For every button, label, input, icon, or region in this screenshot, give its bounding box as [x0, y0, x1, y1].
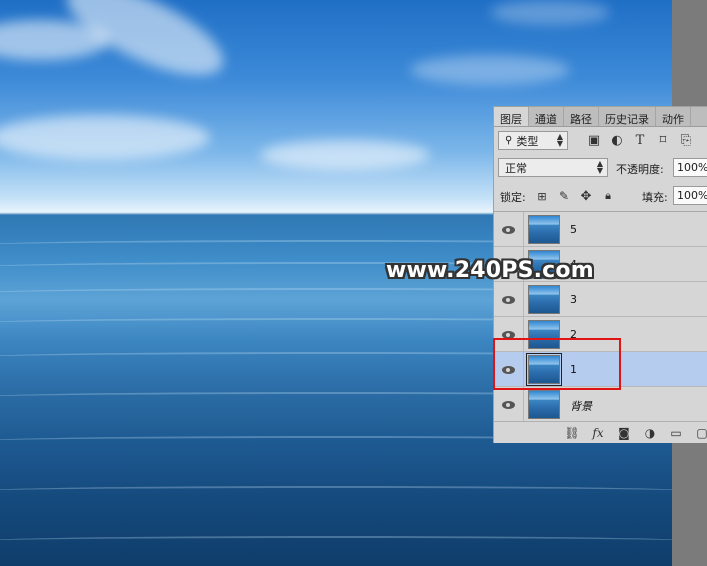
filter-kind-label: 类型	[516, 134, 539, 148]
lock-position-icon[interactable]: ✥	[578, 188, 594, 204]
blend-mode-select[interactable]: 正常 ▲ ▼	[498, 158, 608, 177]
sky-cloud	[0, 115, 210, 160]
filter-row: ⚲ 类型 ▲ ▼ ▣ ◐ T ⌑ ⎘	[494, 129, 707, 151]
layer-name: 背景	[570, 400, 592, 413]
opacity-input[interactable]: 100%	[673, 158, 707, 177]
visibility-toggle[interactable]	[494, 387, 524, 422]
layer-name: 3	[570, 293, 577, 306]
lock-image-pixels-icon[interactable]: ✎	[556, 188, 572, 204]
shape-filter-icon[interactable]: ⌑	[655, 132, 671, 148]
smart-object-filter-icon[interactable]: ⎘	[678, 132, 694, 148]
visibility-toggle[interactable]	[494, 282, 524, 317]
pixel-filter-icon[interactable]: ▣	[586, 132, 602, 148]
adjustment-filter-icon[interactable]: ◐	[609, 132, 625, 148]
layer-thumbnail	[528, 215, 560, 244]
lock-all-icon[interactable]: 🔒︎	[600, 188, 616, 204]
eye-icon	[502, 225, 515, 234]
tab-channels[interactable]: 通道	[529, 107, 564, 126]
type-filter-icon[interactable]: T	[632, 132, 648, 148]
tab-paths[interactable]: 路径	[564, 107, 599, 126]
filter-kind-select[interactable]: ⚲ 类型 ▲ ▼	[498, 131, 568, 150]
layer-name: 5	[570, 223, 577, 236]
layer-thumbnail	[528, 390, 560, 419]
blend-mode-value: 正常	[505, 161, 527, 175]
visibility-toggle[interactable]	[494, 212, 524, 247]
watermark-text: www.240PS.com	[386, 258, 594, 283]
tab-actions[interactable]: 动作	[656, 107, 691, 126]
fill-input[interactable]: 100%	[673, 186, 707, 205]
blend-row: 正常 ▲ ▼ 不透明度: 100%	[494, 157, 707, 179]
link-layers-icon[interactable]: ⛓	[564, 425, 580, 441]
water-ripple	[0, 486, 672, 496]
sky-cloud	[260, 140, 430, 170]
layer-row-5[interactable]: 5	[494, 212, 707, 247]
select-arrows-icon: ▲ ▼	[596, 159, 603, 175]
layers-bottom-toolbar: ⛓ fx ◙ ◑ ▭ ▢	[494, 421, 707, 443]
sky-cloud	[410, 55, 570, 85]
layer-thumbnail	[528, 285, 560, 314]
search-icon: ⚲	[505, 135, 513, 146]
opacity-label: 不透明度:	[616, 163, 664, 176]
add-mask-icon[interactable]: ◙	[616, 425, 632, 441]
new-group-folder-icon[interactable]: ▭	[668, 425, 684, 441]
eye-icon	[502, 400, 515, 409]
water-ripple	[0, 536, 672, 546]
eye-icon	[502, 295, 515, 304]
lock-transparent-pixels-icon[interactable]: ⊞	[534, 188, 550, 204]
panel-tabs: 图层 通道 路径 历史记录 动作	[494, 107, 707, 127]
selected-layer-highlight-box	[493, 338, 621, 390]
lock-label: 锁定:	[500, 191, 526, 204]
fill-label: 填充:	[642, 191, 668, 204]
new-adjustment-layer-icon[interactable]: ◑	[642, 425, 658, 441]
new-layer-icon[interactable]: ▢	[694, 425, 707, 441]
sky-cloud	[490, 0, 610, 25]
tab-history[interactable]: 历史记录	[599, 107, 656, 126]
tab-layers[interactable]: 图层	[494, 107, 529, 126]
lock-row: 锁定: ⊞ ✎ ✥ 🔒︎ 填充: 100%	[494, 185, 707, 207]
select-arrows-icon: ▲ ▼	[556, 132, 563, 148]
layer-style-fx-icon[interactable]: fx	[590, 425, 606, 441]
layer-row-background[interactable]: 背景	[494, 387, 707, 422]
layer-row-3[interactable]: 3	[494, 282, 707, 317]
